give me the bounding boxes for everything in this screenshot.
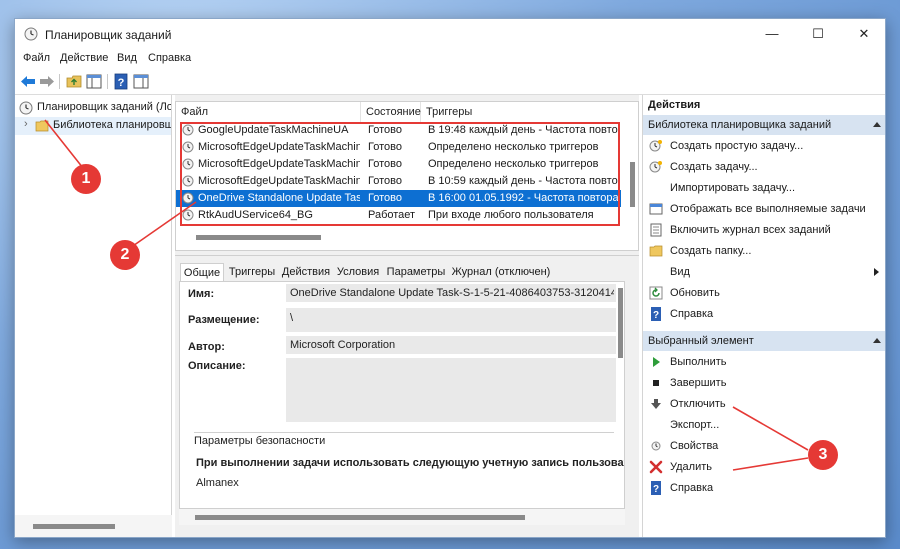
annotation-arrow-1 [44,119,84,169]
callout-1: 1 [71,164,101,194]
annotation-arrow-3a [732,406,809,451]
annotation-arrows [44,119,809,471]
callout-2: 2 [110,240,140,270]
annotation-arrow-2 [129,201,197,249]
annotation-arrow-3b [732,457,809,471]
callout-3: 3 [808,440,838,470]
